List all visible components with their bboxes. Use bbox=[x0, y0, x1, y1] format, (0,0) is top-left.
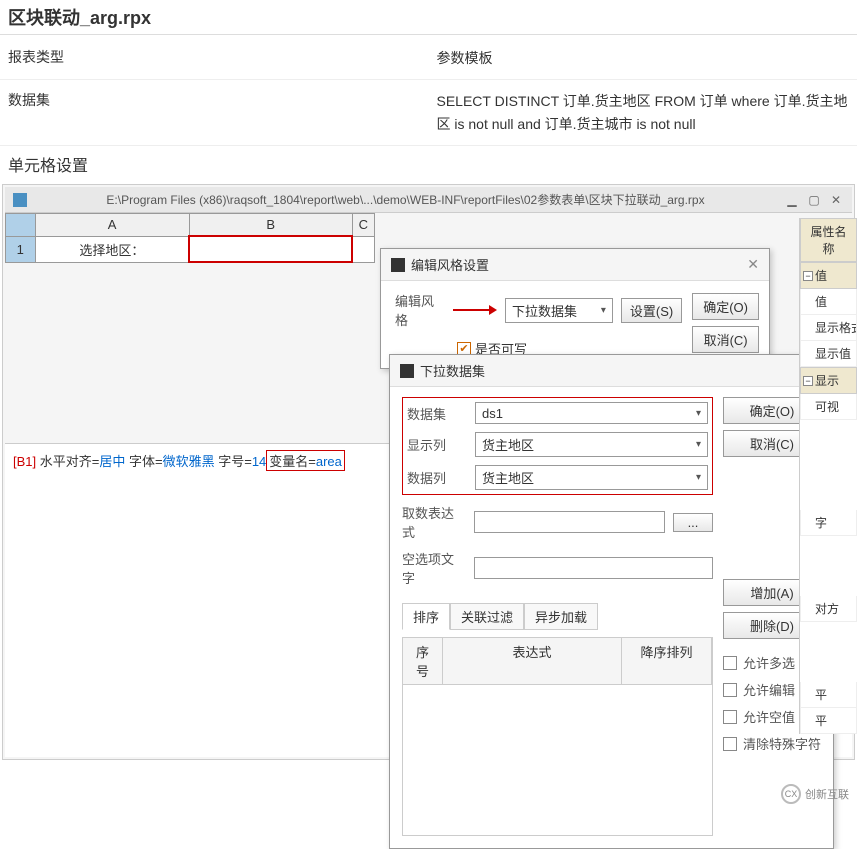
info-table: 报表类型 参数模板 数据集 SELECT DISTINCT 订单.货主地区 FR… bbox=[0, 37, 857, 146]
chevron-down-icon: ▾ bbox=[696, 472, 701, 483]
prop-header: 属性名称 bbox=[800, 218, 857, 262]
corner-cell bbox=[6, 214, 36, 237]
status-cell-ref: [B1] bbox=[13, 454, 36, 469]
empty-text-input[interactable] bbox=[474, 557, 713, 579]
collapse-icon[interactable]: − bbox=[803, 271, 813, 281]
dialog2-title-bar: 下拉数据集 ✕ bbox=[390, 355, 833, 387]
tab-async[interactable]: 异步加载 bbox=[524, 603, 598, 630]
app-icon bbox=[13, 193, 27, 207]
chevron-down-icon: ▾ bbox=[696, 408, 701, 419]
sort-list[interactable] bbox=[403, 685, 712, 835]
maximize-button[interactable]: ▢ bbox=[806, 192, 822, 208]
chevron-down-icon: ▾ bbox=[601, 305, 606, 316]
allow-multi-checkbox[interactable] bbox=[723, 656, 737, 670]
dialog1-title-bar: 编辑风格设置 ✕ bbox=[381, 249, 769, 281]
property-panel: 属性名称 −值 值 显示格式 显示值 −显示 可视 字 对方 平 平 bbox=[799, 218, 857, 734]
prop-item-h2[interactable]: 平 bbox=[800, 708, 857, 734]
row-header-1[interactable]: 1 bbox=[6, 236, 36, 262]
edit-style-label: 编辑风格 bbox=[395, 291, 445, 329]
dropdown-dataset-dialog: 下拉数据集 ✕ 数据集 ds1▾ 显示列 货主地区▾ 数据列 货主地区▾ 取数表… bbox=[389, 354, 834, 849]
col-sort-header: 降序排列 bbox=[622, 638, 712, 684]
settings-button[interactable]: 设置(S) bbox=[621, 298, 682, 323]
type-value: 参数模板 bbox=[429, 37, 857, 80]
watermark: CX 创新互联 bbox=[781, 784, 849, 804]
prop-item-h1[interactable]: 平 bbox=[800, 682, 857, 708]
dialog1-cancel-button[interactable]: 取消(C) bbox=[692, 326, 759, 353]
data-col-label: 数据列 bbox=[407, 468, 467, 487]
dialog-icon bbox=[400, 364, 414, 378]
dataset-select[interactable]: ds1▾ bbox=[475, 402, 708, 424]
prop-group-display[interactable]: −显示 bbox=[800, 367, 857, 394]
dialog1-close-icon[interactable]: ✕ bbox=[747, 256, 759, 273]
dialog2-title: 下拉数据集 bbox=[420, 361, 485, 380]
prop-item-format[interactable]: 显示格式 bbox=[800, 315, 857, 341]
allow-edit-checkbox[interactable] bbox=[723, 683, 737, 697]
display-col-select[interactable]: 货主地区▾ bbox=[475, 432, 708, 457]
dataset-label: 数据集 bbox=[407, 404, 467, 423]
col-index-header: 序号 bbox=[403, 638, 443, 684]
fetch-expr-browse-button[interactable]: ... bbox=[673, 513, 713, 532]
cell-grid: A B C 1 选择地区： bbox=[5, 213, 375, 263]
chevron-down-icon: ▾ bbox=[696, 439, 701, 450]
logo-icon: CX bbox=[781, 784, 801, 804]
cell-settings-header: 单元格设置 bbox=[0, 146, 857, 182]
dialog-icon bbox=[391, 258, 405, 272]
prop-item-value[interactable]: 值 bbox=[800, 289, 857, 315]
fetch-expr-input[interactable] bbox=[474, 511, 665, 533]
edit-style-dialog: 编辑风格设置 ✕ 编辑风格 下拉数据集 ▾ 设置(S) ✔ 是否可写 确定(O)… bbox=[380, 248, 770, 369]
tab-bar: 排序 关联过滤 异步加载 bbox=[402, 603, 713, 630]
page-title: 区块联动_arg.rpx bbox=[0, 0, 857, 35]
editor-file-path: E:\Program Files (x86)\raqsoft_1804\repo… bbox=[33, 191, 778, 208]
col-header-b[interactable]: B bbox=[189, 214, 352, 237]
sort-panel: 序号 表达式 降序排列 bbox=[402, 637, 713, 836]
clear-special-checkbox[interactable] bbox=[723, 737, 737, 751]
ds-value: SELECT DISTINCT 订单.货主地区 FROM 订单 where 订单… bbox=[429, 80, 857, 146]
dialog1-title: 编辑风格设置 bbox=[411, 255, 489, 274]
prop-item-visible[interactable]: 可视 bbox=[800, 394, 857, 420]
arrow-icon bbox=[453, 303, 497, 317]
ds-label: 数据集 bbox=[0, 80, 429, 146]
edit-style-select[interactable]: 下拉数据集 ▾ bbox=[505, 298, 613, 323]
minimize-button[interactable]: ▁ bbox=[784, 192, 800, 208]
highlighted-fields: 数据集 ds1▾ 显示列 货主地区▾ 数据列 货主地区▾ bbox=[402, 397, 713, 495]
data-col-select[interactable]: 货主地区▾ bbox=[475, 465, 708, 490]
prop-item-align[interactable]: 对方 bbox=[800, 596, 857, 622]
tab-filter[interactable]: 关联过滤 bbox=[450, 603, 524, 630]
allow-null-checkbox[interactable] bbox=[723, 710, 737, 724]
close-button[interactable]: ✕ bbox=[828, 192, 844, 208]
col-header-a[interactable]: A bbox=[35, 214, 189, 237]
prop-group-value[interactable]: −值 bbox=[800, 262, 857, 289]
cell-c1[interactable] bbox=[352, 236, 374, 262]
col-expr-header: 表达式 bbox=[443, 638, 622, 684]
prop-item-font[interactable]: 字 bbox=[800, 510, 857, 536]
cell-b1[interactable] bbox=[189, 236, 352, 262]
empty-text-label: 空选项文字 bbox=[402, 549, 466, 587]
display-col-label: 显示列 bbox=[407, 435, 467, 454]
type-label: 报表类型 bbox=[0, 37, 429, 80]
dialog1-ok-button[interactable]: 确定(O) bbox=[692, 293, 759, 320]
tab-sort[interactable]: 排序 bbox=[402, 603, 450, 630]
fetch-expr-label: 取数表达式 bbox=[402, 503, 466, 541]
editor-title-bar: E:\Program Files (x86)\raqsoft_1804\repo… bbox=[5, 187, 852, 213]
cell-a1[interactable]: 选择地区： bbox=[35, 236, 189, 262]
col-header-c[interactable]: C bbox=[352, 214, 374, 237]
collapse-icon[interactable]: − bbox=[803, 376, 813, 386]
prop-item-display-value[interactable]: 显示值 bbox=[800, 341, 857, 367]
